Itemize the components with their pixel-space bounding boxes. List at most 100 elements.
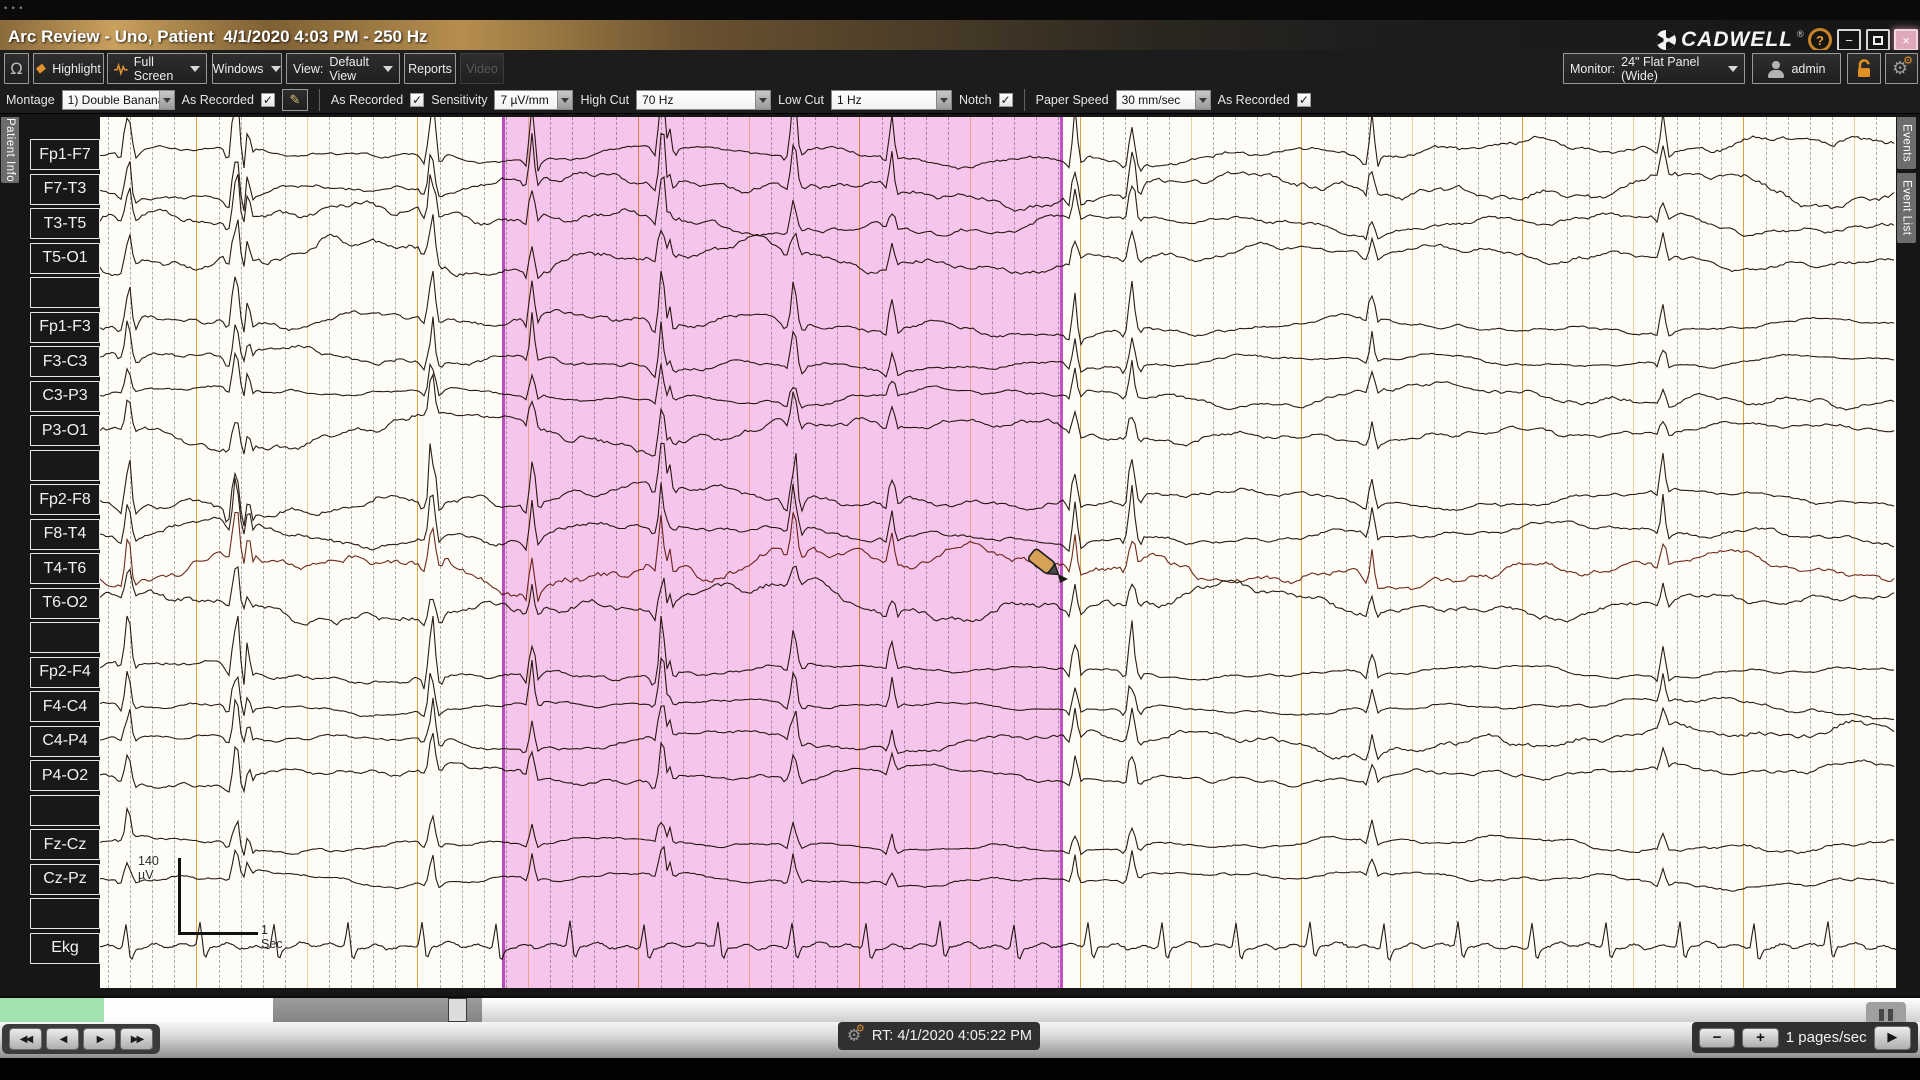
channel-label-t6-o2[interactable]: T6-O2 — [30, 587, 100, 619]
title-bar: • • • Arc Review - Uno, Patient 4/1/2020… — [0, 0, 1920, 52]
filters-as-recorded-label: As Recorded — [330, 93, 404, 107]
channel-label-cz-pz[interactable]: Cz-Pz — [30, 863, 100, 895]
scale-amplitude-label: 140 µV — [138, 854, 159, 882]
timeline-scrollbar[interactable] — [0, 996, 1920, 1022]
montage-select[interactable]: 1) Double Banana — [61, 90, 175, 110]
eeg-main-area: Patient Info Fp1-F7 F7-T3 T3-T5 T5-O1 Fp1-F3… — [0, 114, 1920, 996]
scale-time-label: 1 Sec — [261, 923, 283, 951]
cadwell-logo-icon — [1656, 30, 1676, 50]
monitor-dropdown[interactable]: Monitor: 24" Flat Panel (Wide) — [1563, 53, 1745, 84]
scale-vertical-bar — [178, 858, 181, 934]
channel-label-f3-c3[interactable]: F3-C3 — [30, 346, 100, 377]
view-dropdown[interactable]: View: Default View — [286, 53, 400, 84]
cadwell-logo: CADWELL ® — [1655, 28, 1804, 52]
low-cut-select[interactable]: 1 Hz — [830, 90, 952, 110]
highlighter-icon: ◆ — [34, 61, 48, 76]
unlock-icon — [1858, 58, 1870, 77]
scale-horizontal-bar — [178, 932, 258, 935]
windows-button[interactable]: Windows — [212, 53, 282, 84]
highlighter-cursor-icon — [1027, 548, 1068, 583]
high-cut-select[interactable]: 70 Hz — [636, 90, 772, 110]
impedance-button[interactable]: Ω — [4, 53, 29, 84]
paper-speed-select[interactable]: 30 mm/sec — [1115, 90, 1211, 110]
brand-registered-mark: ® — [1796, 29, 1804, 39]
tab-event-list[interactable]: Event List — [1897, 173, 1916, 243]
channel-label-fp1-f3[interactable]: Fp1-F3 — [30, 311, 100, 343]
channel-label-blank — [30, 449, 100, 481]
minimize-button[interactable]: − — [1837, 29, 1861, 51]
channel-label-c4-p4[interactable]: C4-P4 — [30, 725, 100, 757]
chevron-down-icon — [935, 91, 951, 109]
speed-as-recorded-label: As Recorded — [1217, 93, 1290, 107]
channel-label-p3-o1[interactable]: P3-O1 — [30, 415, 100, 446]
separator — [1023, 89, 1025, 111]
high-cut-label: High Cut — [580, 93, 630, 107]
waveform-area[interactable]: 140 µV 1 Sec — [100, 117, 1896, 988]
notch-checkbox[interactable]: ✓ — [998, 93, 1013, 107]
next-page-button[interactable]: ▶ — [83, 1028, 116, 1050]
separator — [318, 89, 320, 111]
video-button: Video — [460, 53, 504, 84]
notch-label: Notch — [958, 93, 992, 107]
channel-label-f7-t3[interactable]: F7-T3 — [30, 173, 100, 205]
lock-button[interactable] — [1847, 53, 1881, 84]
maximize-button[interactable] — [1866, 29, 1890, 51]
page-rate-cluster: − + 1 pages/sec ▶ — [1692, 1022, 1918, 1053]
play-button[interactable]: ▶ — [1873, 1025, 1911, 1050]
channel-label-t5-o1[interactable]: T5-O1 — [30, 242, 100, 274]
page-rate-label: 1 pages/sec — [1785, 1029, 1867, 1046]
channel-label-fz-cz[interactable]: Fz-Cz — [30, 829, 100, 860]
previous-page-button[interactable]: ◀ — [46, 1028, 79, 1050]
gear-icon: ⚙ ⚙ — [1892, 53, 1913, 79]
speed-as-recorded-checkbox[interactable]: ✓ — [1296, 93, 1311, 107]
channel-label-ekg[interactable]: Ekg — [30, 932, 100, 964]
filters-as-recorded-checkbox[interactable]: ✓ — [410, 93, 425, 107]
omega-icon: Ω — [10, 59, 23, 78]
increase-rate-button[interactable]: + — [1742, 1027, 1779, 1048]
channel-label-f8-t4[interactable]: F8-T4 — [30, 518, 100, 550]
channel-label-fp1-f7[interactable]: Fp1-F7 — [30, 139, 100, 170]
channel-label-fp2-f8[interactable]: Fp2-F8 — [30, 484, 100, 515]
sensitivity-select[interactable]: 7 µV/mm — [494, 90, 574, 110]
chevron-down-icon — [755, 91, 771, 109]
last-page-button[interactable]: ▶▶ — [120, 1028, 153, 1050]
channel-label-p4-o2[interactable]: P4-O2 — [30, 760, 100, 791]
brand-name: CADWELL — [1681, 28, 1793, 51]
montage-label: Montage — [6, 93, 55, 107]
highlight-region[interactable] — [502, 117, 1063, 988]
channel-label-blank — [30, 898, 100, 929]
chevron-down-icon — [1728, 65, 1738, 72]
chevron-down-icon — [190, 65, 200, 72]
tab-events[interactable]: Events — [1897, 117, 1916, 169]
channel-label-t4-t6[interactable]: T4-T6 — [30, 553, 100, 584]
channel-label-f4-c4[interactable]: F4-C4 — [30, 691, 100, 722]
app-window: • • • Arc Review - Uno, Patient 4/1/2020… — [0, 0, 1920, 1080]
tab-patient-info[interactable]: Patient Info — [1, 117, 19, 183]
channel-label-c3-p3[interactable]: C3-P3 — [30, 380, 100, 412]
first-page-button[interactable]: ◀◀ — [9, 1028, 42, 1050]
settings-button[interactable]: ⚙ ⚙ — [1885, 53, 1918, 84]
sensitivity-label: Sensitivity — [431, 93, 488, 107]
window-grip-icon: • • • — [4, 3, 24, 13]
chevron-down-icon — [271, 65, 282, 72]
full-screen-button[interactable]: Full Screen — [107, 53, 207, 84]
edit-montage-button[interactable]: ✎ — [281, 89, 308, 111]
channel-label-fp2-f4[interactable]: Fp2-F4 — [30, 656, 100, 688]
chevron-down-icon — [557, 91, 573, 109]
channel-label-blank — [30, 622, 100, 653]
reports-button[interactable]: Reports — [404, 53, 456, 84]
close-button[interactable]: × — [1894, 29, 1918, 51]
channel-label-blank — [30, 277, 100, 308]
help-button[interactable]: ? — [1808, 28, 1832, 52]
channel-label-blank — [30, 794, 100, 826]
user-icon — [1767, 60, 1785, 78]
scroll-page-marker[interactable] — [448, 998, 467, 1022]
status-bar: ◀◀ ◀ ▶ ▶▶ ⚙ ⚙ RT: 4/1/2020 4:05:22 PM − + 1 … — [0, 1022, 1920, 1058]
processing-gears-icon[interactable]: ⚙ ⚙ — [847, 1023, 865, 1046]
montage-as-recorded-checkbox[interactable]: ✓ — [260, 93, 275, 107]
decrease-rate-button[interactable]: − — [1699, 1027, 1736, 1048]
realtime-cluster: ⚙ ⚙ RT: 4/1/2020 4:05:22 PM — [838, 1022, 1040, 1050]
channel-label-t3-t5[interactable]: T3-T5 — [30, 208, 100, 239]
user-button[interactable]: admin — [1752, 53, 1841, 84]
highlight-button[interactable]: ◆ Highlight — [33, 53, 104, 84]
